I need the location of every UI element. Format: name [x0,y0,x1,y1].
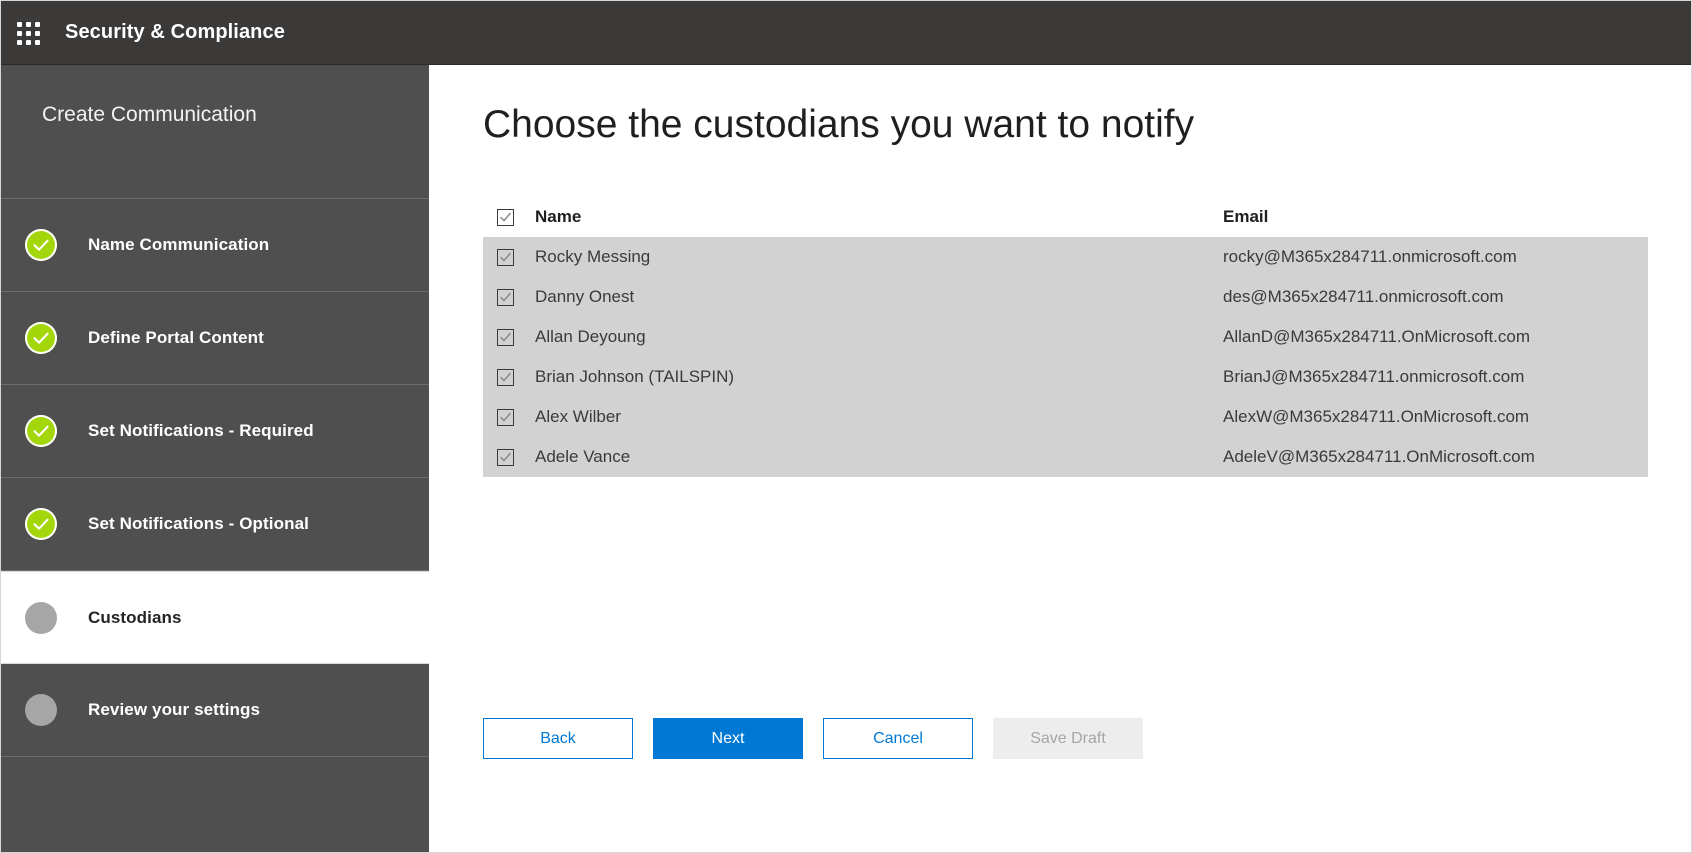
waffle-dot [26,40,31,45]
wizard-footer: Back Next Cancel Save Draft [483,718,1143,759]
row-checkbox[interactable] [497,329,514,346]
custodian-email: des@M365x284711.onmicrosoft.com [1223,287,1504,306]
row-checkbox[interactable] [497,249,514,266]
waffle-dot [17,22,22,27]
check-circle-icon [25,322,57,354]
sidebar-item-review-your-settings[interactable]: Review your settings [1,664,429,757]
waffle-dot [35,40,40,45]
sidebar-item-define-portal-content[interactable]: Define Portal Content [1,292,429,385]
sidebar-item-name-communication[interactable]: Name Communication [1,199,429,292]
page-title: Choose the custodians you want to notify [483,103,1194,147]
table-row[interactable]: Brian Johnson (TAILSPIN) BrianJ@M365x284… [483,357,1648,397]
table-row[interactable]: Danny Onest des@M365x284711.onmicrosoft.… [483,277,1648,317]
sidebar-item-label: Set Notifications - Required [88,421,314,441]
circle-icon [25,694,57,726]
custodian-name: Rocky Messing [535,247,650,267]
row-cell-email: AlexW@M365x284711.OnMicrosoft.com [1223,407,1648,427]
sidebar-filler [1,757,429,853]
main-content: Choose the custodians you want to notify… [429,65,1691,853]
row-cell-name: Brian Johnson (TAILSPIN) [483,367,1223,387]
waffle-dot [17,40,22,45]
check-circle-icon [25,229,57,261]
save-draft-button: Save Draft [993,718,1143,759]
select-all-checkbox[interactable] [497,209,514,226]
row-cell-email: BrianJ@M365x284711.onmicrosoft.com [1223,367,1648,387]
custodian-email: BrianJ@M365x284711.onmicrosoft.com [1223,367,1524,386]
custodian-name: Danny Onest [535,287,634,307]
sidebar-item-label: Name Communication [88,235,269,255]
waffle-dot [35,22,40,27]
row-cell-email: AdeleV@M365x284711.OnMicrosoft.com [1223,447,1648,467]
custodian-email: rocky@M365x284711.onmicrosoft.com [1223,247,1517,266]
header-cell-name: Name [483,207,1223,227]
table-row[interactable]: Rocky Messing rocky@M365x284711.onmicros… [483,237,1648,277]
row-checkbox[interactable] [497,369,514,386]
row-cell-email: AllanD@M365x284711.OnMicrosoft.com [1223,327,1648,347]
row-cell-name: Adele Vance [483,447,1223,467]
app-title: Security & Compliance [65,21,285,44]
row-cell-name: Alex Wilber [483,407,1223,427]
sidebar: Create Communication Name Communication … [1,65,429,853]
row-cell-email: rocky@M365x284711.onmicrosoft.com [1223,247,1648,267]
table-header-row: Name Email [483,197,1648,237]
column-header-email: Email [1223,207,1268,226]
waffle-dot [17,31,22,36]
cancel-button[interactable]: Cancel [823,718,973,759]
custodian-name: Allan Deyoung [535,327,646,347]
check-circle-icon [25,508,57,540]
custodian-name: Adele Vance [535,447,630,467]
sidebar-heading: Create Communication [1,65,429,199]
back-button[interactable]: Back [483,718,633,759]
row-cell-name: Rocky Messing [483,247,1223,267]
sidebar-item-set-notifications-optional[interactable]: Set Notifications - Optional [1,478,429,571]
sidebar-item-label: Review your settings [88,700,260,720]
header-cell-email: Email [1223,207,1648,227]
waffle-dot [35,31,40,36]
custodian-name: Alex Wilber [535,407,621,427]
custodians-table: Name Email Rocky Messing rocky@M365x2847… [483,197,1648,477]
check-circle-icon [25,415,57,447]
circle-icon [25,602,57,634]
table-row[interactable]: Allan Deyoung AllanD@M365x284711.OnMicro… [483,317,1648,357]
sidebar-item-set-notifications-required[interactable]: Set Notifications - Required [1,385,429,478]
sidebar-item-label: Define Portal Content [88,328,264,348]
sidebar-item-label: Set Notifications - Optional [88,514,309,534]
table-row[interactable]: Adele Vance AdeleV@M365x284711.OnMicroso… [483,437,1648,477]
custodian-email: AlexW@M365x284711.OnMicrosoft.com [1223,407,1529,426]
custodian-email: AllanD@M365x284711.OnMicrosoft.com [1223,327,1530,346]
row-cell-name: Danny Onest [483,287,1223,307]
sidebar-heading-label: Create Communication [42,103,257,127]
app-window: Security & Compliance Create Communicati… [0,0,1692,853]
sidebar-item-label: Custodians [88,608,182,628]
waffle-grid-icon[interactable] [11,17,43,49]
sidebar-item-custodians[interactable]: Custodians [1,571,429,664]
row-cell-email: des@M365x284711.onmicrosoft.com [1223,287,1648,307]
next-button[interactable]: Next [653,718,803,759]
waffle-dot [26,22,31,27]
top-bar: Security & Compliance [1,1,1691,65]
column-header-name: Name [535,207,581,227]
row-checkbox[interactable] [497,409,514,426]
row-checkbox[interactable] [497,289,514,306]
row-checkbox[interactable] [497,449,514,466]
row-cell-name: Allan Deyoung [483,327,1223,347]
custodian-email: AdeleV@M365x284711.OnMicrosoft.com [1223,447,1535,466]
table-row[interactable]: Alex Wilber AlexW@M365x284711.OnMicrosof… [483,397,1648,437]
custodian-name: Brian Johnson (TAILSPIN) [535,367,734,387]
waffle-dot [26,31,31,36]
